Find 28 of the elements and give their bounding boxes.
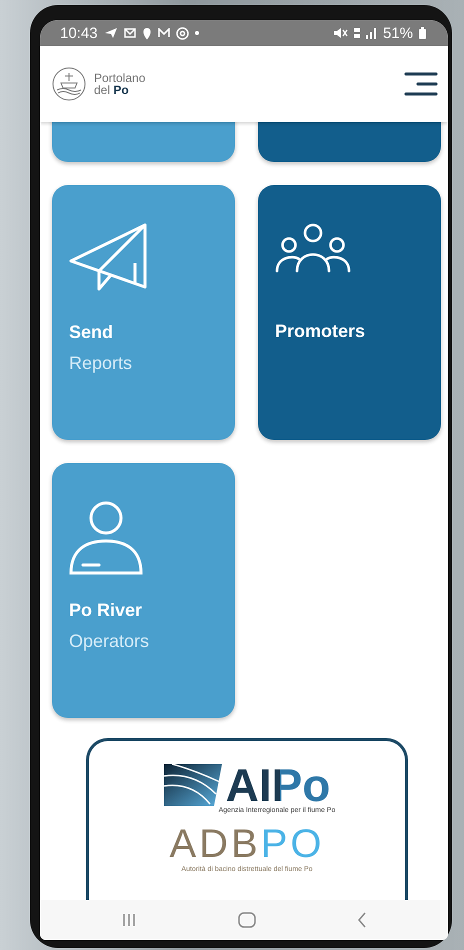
mail-icon [124,28,136,38]
tile-title: Promoters [275,321,366,342]
tile-subtitle: Reports [69,353,132,374]
wave-logo-icon [164,764,222,806]
ship-logo-icon [52,67,86,101]
menu-tile[interactable]: Send Reports [52,185,235,440]
three-lines-icon [120,913,137,927]
battery-icon [419,27,426,39]
chevron-left-icon [357,912,368,928]
target-icon [176,26,189,40]
menu-tile[interactable]: Promoters [258,185,441,440]
paper-plane-icon [69,223,147,291]
dot-icon [194,31,199,35]
app-name: del Po [94,84,130,96]
people-icon [275,223,351,275]
rounded-square-icon [238,912,256,928]
mute-icon [332,27,348,39]
tile-subtitle: Operators [69,631,150,652]
signal-icon [366,28,377,38]
battery-percentage: 51% [382,24,413,42]
menu-tile[interactable]: Po River Operators [52,463,235,718]
location-pin-icon [142,26,152,40]
tile-title: Send [69,322,114,343]
paper-plane-icon [104,27,118,39]
tile-title: Po River [69,600,142,621]
app-name: Portolano [94,72,146,84]
status-time: 10:43 [60,24,98,42]
person-icon [69,501,143,575]
